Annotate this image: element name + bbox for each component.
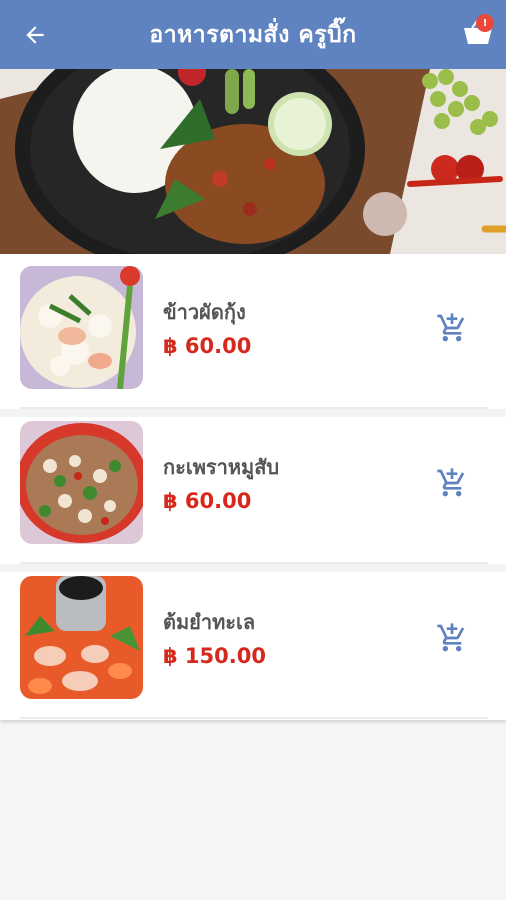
item-price: ฿ 150.00 bbox=[163, 644, 266, 668]
basil-minced-pork-image bbox=[20, 421, 143, 544]
item-name: ต้มยำทะเล bbox=[163, 610, 256, 634]
add-to-cart-icon[interactable] bbox=[436, 622, 468, 654]
page-title: อาหารตามสั่ง ครูบิ๊ก bbox=[149, 21, 357, 48]
hero-banner-image bbox=[0, 69, 506, 254]
menu-item-basil-pork[interactable]: กะเพราหมูสับ ฿ 60.00 bbox=[0, 409, 506, 564]
item-price: ฿ 60.00 bbox=[163, 489, 252, 513]
tom-yum-seafood-image bbox=[20, 576, 143, 699]
cart-badge: ! bbox=[476, 14, 494, 32]
menu-list: ข้าวผัดกุ้ง ฿ 60.00 กะเพราหมูสับ ฿ 60.00 bbox=[0, 254, 506, 720]
add-to-cart-icon[interactable] bbox=[436, 312, 468, 344]
app-bar: อาหารตามสั่ง ครูบิ๊ก ! bbox=[0, 0, 506, 69]
item-name: ข้าวผัดกุ้ง bbox=[163, 300, 246, 324]
row-divider bbox=[20, 717, 488, 719]
menu-item-fried-rice[interactable]: ข้าวผัดกุ้ง ฿ 60.00 bbox=[0, 254, 506, 409]
menu-item-tom-yum[interactable]: ต้มยำทะเล ฿ 150.00 bbox=[0, 564, 506, 719]
back-arrow-icon[interactable] bbox=[22, 22, 48, 48]
item-price: ฿ 60.00 bbox=[163, 334, 252, 358]
item-name: กะเพราหมูสับ bbox=[163, 455, 280, 479]
fried-rice-shrimp-image bbox=[20, 266, 143, 389]
add-to-cart-icon[interactable] bbox=[436, 467, 468, 499]
